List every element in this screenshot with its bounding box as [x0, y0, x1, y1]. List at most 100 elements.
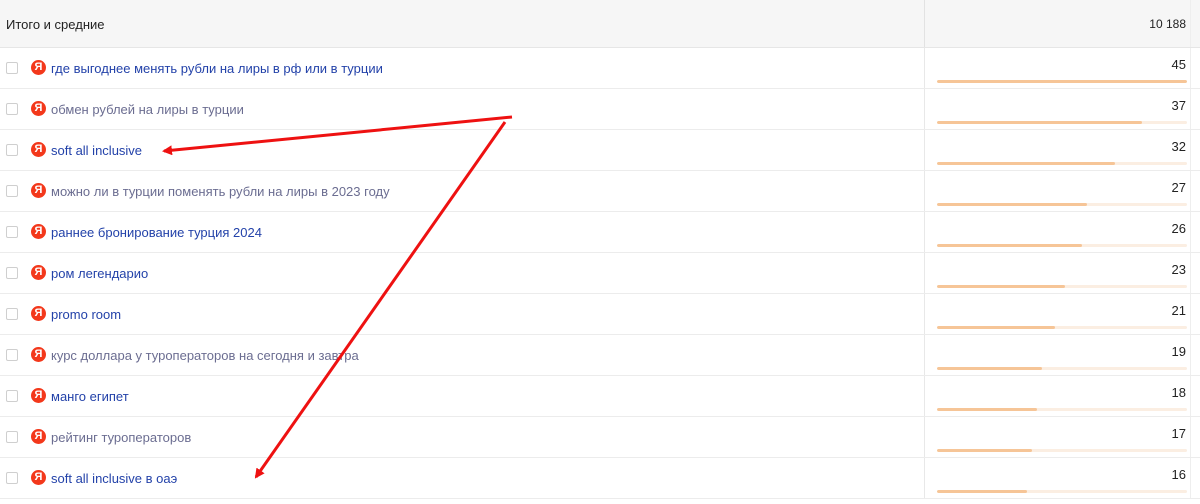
table-row: Яром легендарио 23: [0, 253, 1200, 294]
yandex-icon: Я: [31, 60, 46, 75]
row-checkbox[interactable]: [6, 390, 18, 402]
query-count: 17: [1171, 426, 1186, 441]
table-row: Яможно ли в турции поменять рубли на лир…: [0, 171, 1200, 212]
yandex-icon: Я: [31, 265, 46, 280]
query-count: 37: [1171, 98, 1186, 113]
query-rows: Ягде выгоднее менять рубли на лиры в рф …: [0, 48, 1200, 499]
table-right-border: [1190, 253, 1191, 293]
query-link[interactable]: раннее бронирование турция 2024: [51, 225, 262, 240]
table-row: Яманго египет 18: [0, 376, 1200, 417]
share-bar-fill: [937, 326, 1055, 329]
query-count: 23: [1171, 262, 1186, 277]
table-row: Яsoft all inclusive в оаэ 16: [0, 458, 1200, 499]
column-divider: [924, 335, 925, 375]
yandex-icon: Я: [31, 306, 46, 321]
totals-header-row: Итого и средние 10 188: [0, 0, 1200, 48]
table-right-border: [1190, 130, 1191, 170]
share-bar-track: [937, 80, 1187, 83]
column-divider: [924, 376, 925, 416]
share-bar-track: [937, 408, 1187, 411]
table-right-border: [1190, 171, 1191, 211]
table-row: Ярейтинг туроператоров 17: [0, 417, 1200, 458]
query-count: 26: [1171, 221, 1186, 236]
column-divider: [924, 253, 925, 293]
yandex-icon: Я: [31, 347, 46, 362]
yandex-icon: Я: [31, 183, 46, 198]
row-checkbox[interactable]: [6, 103, 18, 115]
share-bar-fill: [937, 490, 1027, 493]
query-link[interactable]: курс доллара у туроператоров на сегодня …: [51, 348, 359, 363]
totals-label: Итого и средние: [6, 17, 105, 32]
share-bar-fill: [937, 244, 1082, 247]
yandex-icon: Я: [31, 224, 46, 239]
table-row: Якурс доллара у туроператоров на сегодня…: [0, 335, 1200, 376]
query-link[interactable]: обмен рублей на лиры в турции: [51, 102, 244, 117]
yandex-icon: Я: [31, 429, 46, 444]
query-link[interactable]: soft all inclusive в оаэ: [51, 471, 177, 486]
table-right-border: [1190, 335, 1191, 375]
query-link[interactable]: где выгоднее менять рубли на лиры в рф и…: [51, 61, 383, 76]
table-row: Ягде выгоднее менять рубли на лиры в рф …: [0, 48, 1200, 89]
share-bar-track: [937, 490, 1187, 493]
yandex-icon: Я: [31, 470, 46, 485]
query-count: 18: [1171, 385, 1186, 400]
table-right-border: [1190, 212, 1191, 252]
share-bar-fill: [937, 449, 1032, 452]
table-right-border: [1190, 458, 1191, 498]
search-queries-table: Итого и средние 10 188 Ягде выгоднее мен…: [0, 0, 1200, 499]
yandex-icon: Я: [31, 142, 46, 157]
table-right-border: [1190, 417, 1191, 457]
row-checkbox[interactable]: [6, 144, 18, 156]
yandex-icon: Я: [31, 388, 46, 403]
share-bar-fill: [937, 285, 1065, 288]
row-checkbox[interactable]: [6, 431, 18, 443]
share-bar-fill: [937, 367, 1042, 370]
row-checkbox[interactable]: [6, 472, 18, 484]
row-checkbox[interactable]: [6, 226, 18, 238]
column-divider: [924, 212, 925, 252]
table-right-border: [1190, 48, 1191, 88]
row-checkbox[interactable]: [6, 185, 18, 197]
share-bar-fill: [937, 80, 1187, 83]
query-count: 19: [1171, 344, 1186, 359]
column-divider: [924, 48, 925, 88]
share-bar-track: [937, 203, 1187, 206]
share-bar-track: [937, 121, 1187, 124]
share-bar-fill: [937, 203, 1087, 206]
query-link[interactable]: soft all inclusive: [51, 143, 142, 158]
share-bar-fill: [937, 121, 1142, 124]
column-divider: [924, 171, 925, 211]
column-divider: [924, 417, 925, 457]
table-row: Яsoft all inclusive 32: [0, 130, 1200, 171]
table-right-border: [1190, 89, 1191, 129]
share-bar-fill: [937, 162, 1115, 165]
query-count: 45: [1171, 57, 1186, 72]
query-count: 27: [1171, 180, 1186, 195]
table-right-border: [1190, 294, 1191, 334]
query-link[interactable]: манго египет: [51, 389, 129, 404]
share-bar-track: [937, 162, 1187, 165]
column-divider: [924, 458, 925, 498]
table-row: Яобмен рублей на лиры в турции 37: [0, 89, 1200, 130]
query-count: 32: [1171, 139, 1186, 154]
query-link[interactable]: можно ли в турции поменять рубли на лиры…: [51, 184, 390, 199]
share-bar-track: [937, 449, 1187, 452]
share-bar-fill: [937, 408, 1037, 411]
query-link[interactable]: promo room: [51, 307, 121, 322]
share-bar-track: [937, 244, 1187, 247]
column-divider: [924, 294, 925, 334]
table-row: Яpromo room 21: [0, 294, 1200, 335]
yandex-icon: Я: [31, 101, 46, 116]
query-count: 16: [1171, 467, 1186, 482]
share-bar-track: [937, 326, 1187, 329]
column-divider: [924, 89, 925, 129]
column-divider: [924, 130, 925, 170]
query-link[interactable]: ром легендарио: [51, 266, 148, 281]
row-checkbox[interactable]: [6, 267, 18, 279]
query-link[interactable]: рейтинг туроператоров: [51, 430, 191, 445]
row-checkbox[interactable]: [6, 308, 18, 320]
row-checkbox[interactable]: [6, 62, 18, 74]
row-checkbox[interactable]: [6, 349, 18, 361]
totals-value: 10 188: [1149, 17, 1186, 31]
share-bar-track: [937, 367, 1187, 370]
